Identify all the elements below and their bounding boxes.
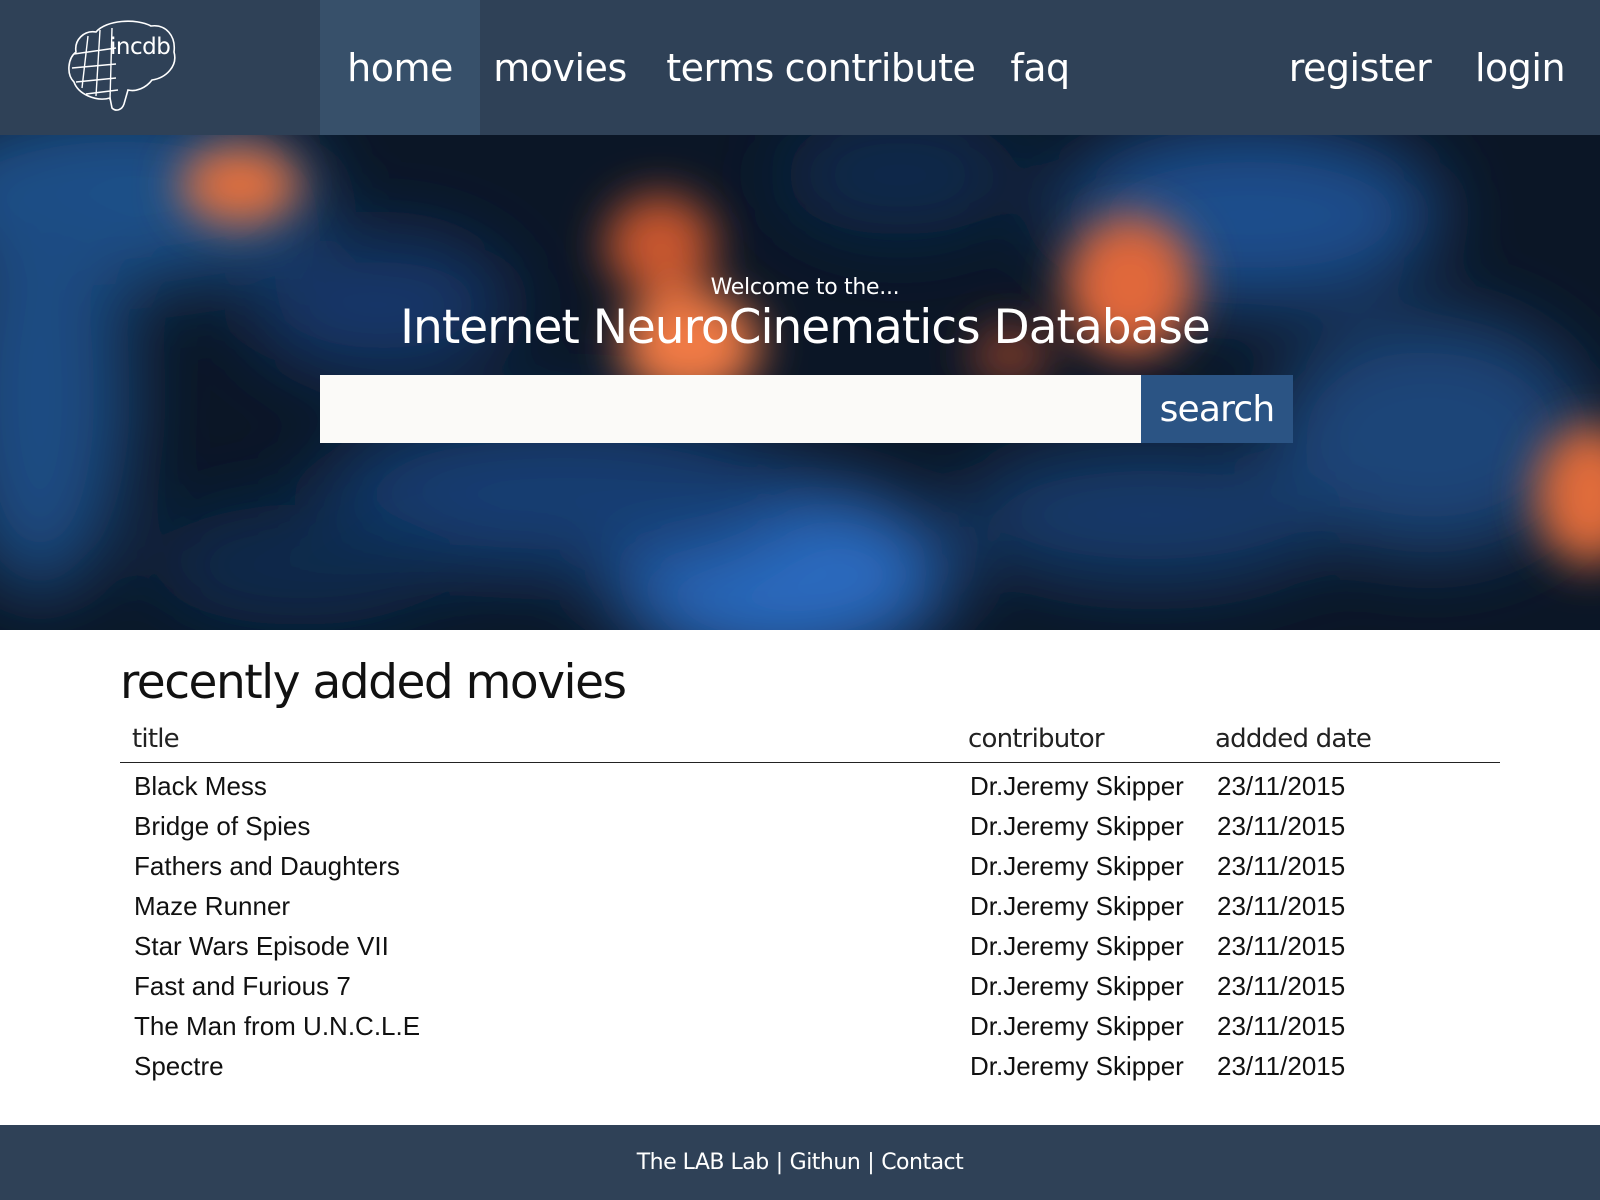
footer-link-contact[interactable]: Contact xyxy=(881,1150,964,1175)
movie-contributor: Dr.Jeremy Skipper xyxy=(970,851,1184,881)
movie-date: 23/11/2015 xyxy=(1217,1011,1346,1041)
movie-date: 23/11/2015 xyxy=(1217,1051,1346,1081)
hero-banner: Welcome to the... Internet NeuroCinemati… xyxy=(0,135,1600,630)
nav-faq[interactable]: faq xyxy=(980,0,1100,135)
movies-table: Black Mess Dr.Jeremy Skipper 23/11/2015 … xyxy=(120,766,1500,1086)
movie-contributor: Dr.Jeremy Skipper xyxy=(970,891,1184,921)
movie-title[interactable]: Fast and Furious 7 xyxy=(134,971,351,1002)
search-button[interactable]: search xyxy=(1141,375,1293,443)
logo-text: incdb xyxy=(110,34,171,60)
movie-contributor: Dr.Jeremy Skipper xyxy=(970,771,1184,801)
movie-date: 23/11/2015 xyxy=(1217,771,1346,801)
movie-title[interactable]: Maze Runner xyxy=(134,891,290,922)
search-input[interactable] xyxy=(320,375,1141,443)
column-contributor[interactable]: contributor xyxy=(968,724,1105,754)
movie-title[interactable]: Fathers and Daughters xyxy=(134,851,400,882)
welcome-text: Welcome to the... xyxy=(710,275,900,300)
movie-contributor: Dr.Jeremy Skipper xyxy=(970,971,1184,1001)
nav-movies[interactable]: movies xyxy=(480,0,640,135)
movie-date: 23/11/2015 xyxy=(1217,931,1346,961)
table-header: title contributor addded date xyxy=(120,720,1500,763)
table-row[interactable]: Bridge of Spies Dr.Jeremy Skipper 23/11/… xyxy=(120,806,1500,846)
movie-contributor: Dr.Jeremy Skipper xyxy=(970,931,1184,961)
movie-title[interactable]: Black Mess xyxy=(134,771,267,802)
table-row[interactable]: Star Wars Episode VII Dr.Jeremy Skipper … xyxy=(120,926,1500,966)
movie-date: 23/11/2015 xyxy=(1217,811,1346,841)
nav-login[interactable]: login xyxy=(1460,0,1580,135)
movie-title[interactable]: Spectre xyxy=(134,1051,224,1082)
movie-contributor: Dr.Jeremy Skipper xyxy=(970,811,1184,841)
footer: The LAB Lab | Githun | Contact xyxy=(0,1125,1600,1200)
table-row[interactable]: Black Mess Dr.Jeremy Skipper 23/11/2015 xyxy=(120,766,1500,806)
column-title[interactable]: title xyxy=(132,724,180,754)
movie-title[interactable]: The Man from U.N.C.L.E xyxy=(134,1011,420,1042)
site-title: Internet NeuroCinematics Database xyxy=(400,300,1211,355)
table-row[interactable]: Spectre Dr.Jeremy Skipper 23/11/2015 xyxy=(120,1046,1500,1086)
movie-date: 23/11/2015 xyxy=(1217,971,1346,1001)
movie-contributor: Dr.Jeremy Skipper xyxy=(970,1011,1184,1041)
footer-separator: | xyxy=(775,1150,783,1175)
footer-link-github[interactable]: Githun xyxy=(790,1150,861,1175)
nav-contribute[interactable]: contribute xyxy=(785,0,976,135)
movie-date: 23/11/2015 xyxy=(1217,891,1346,921)
table-row[interactable]: The Man from U.N.C.L.E Dr.Jeremy Skipper… xyxy=(120,1006,1500,1046)
table-row[interactable]: Fathers and Daughters Dr.Jeremy Skipper … xyxy=(120,846,1500,886)
table-row[interactable]: Fast and Furious 7 Dr.Jeremy Skipper 23/… xyxy=(120,966,1500,1006)
movie-title[interactable]: Star Wars Episode VII xyxy=(134,931,389,962)
footer-link-lab[interactable]: The LAB Lab xyxy=(637,1150,770,1175)
movie-contributor: Dr.Jeremy Skipper xyxy=(970,1051,1184,1081)
nav-terms[interactable]: terms xyxy=(650,0,790,135)
nav-home[interactable]: home xyxy=(320,0,480,135)
footer-separator: | xyxy=(867,1150,875,1175)
movie-date: 23/11/2015 xyxy=(1217,851,1346,881)
column-date[interactable]: addded date xyxy=(1215,724,1372,754)
movie-title[interactable]: Bridge of Spies xyxy=(134,811,310,842)
top-navigation: incdb home movies terms contribute faq r… xyxy=(0,0,1600,135)
nav-register[interactable]: register xyxy=(1280,0,1440,135)
brain-logo-icon[interactable] xyxy=(66,18,178,114)
table-row[interactable]: Maze Runner Dr.Jeremy Skipper 23/11/2015 xyxy=(120,886,1500,926)
recent-movies-heading: recently added movies xyxy=(120,655,627,710)
